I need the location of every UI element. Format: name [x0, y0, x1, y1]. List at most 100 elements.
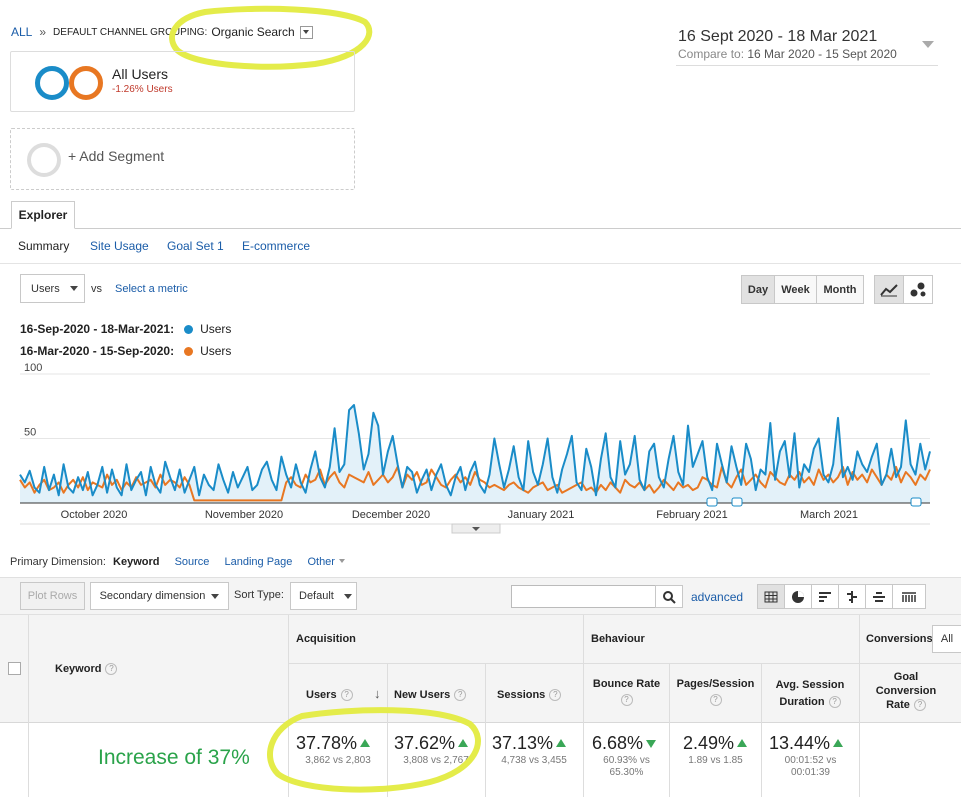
sort-arrow-down-icon: ↓ [374, 686, 381, 701]
subtab-ecommerce[interactable]: E-commerce [242, 239, 310, 253]
segment-circle-orange [69, 66, 103, 100]
subtab-goal-set-1[interactable]: Goal Set 1 [167, 239, 224, 253]
breadcrumb-all-link[interactable]: ALL [11, 25, 32, 39]
add-segment-circle [27, 143, 61, 177]
sessions-change-value: 37.13% [492, 733, 567, 754]
comparison-icon [847, 590, 857, 603]
segment-card[interactable]: All Users -1.26% Users [10, 51, 355, 112]
pages-session-change-value: 2.49% [683, 733, 748, 754]
add-segment-label: + Add Segment [68, 148, 165, 164]
search-icon [663, 590, 676, 604]
subtab-divider [0, 263, 961, 264]
legend-dot-orange [184, 346, 194, 356]
chevron-down-icon [922, 41, 934, 48]
x-tick-label: December 2020 [352, 509, 430, 521]
arrow-up-icon [737, 739, 748, 747]
tab-explorer[interactable]: Explorer [11, 201, 75, 229]
table-search-input[interactable] [511, 585, 657, 608]
legend-dot-blue [184, 324, 194, 334]
arrow-up-icon [833, 739, 844, 747]
x-tick-label: October 2020 [61, 509, 128, 521]
secondary-dimension-select[interactable]: Secondary dimension [90, 582, 229, 610]
avg-duration-change-value: 13.44% [769, 733, 844, 754]
help-icon[interactable]: ? [709, 694, 722, 706]
y-tick-label: 50 [24, 427, 36, 439]
chevron-down-icon [211, 593, 220, 599]
help-icon[interactable]: ? [454, 689, 467, 702]
behaviour-group-header: Behaviour [591, 633, 645, 645]
advanced-filter-link[interactable]: advanced [691, 590, 743, 604]
help-icon[interactable]: ? [828, 696, 841, 709]
week-button[interactable]: Week [774, 275, 817, 304]
arrow-down-icon [646, 740, 657, 748]
help-icon[interactable]: ? [913, 699, 926, 712]
col-divider [859, 615, 860, 797]
subtab-summary[interactable]: Summary [18, 239, 69, 253]
select-all-checkbox[interactable] [8, 662, 21, 675]
users-column-header[interactable]: Users? ↓ [288, 686, 388, 702]
line-chart-toggle[interactable] [874, 275, 904, 304]
goal-conversion-column-header[interactable]: Goal Conversion Rate? [864, 670, 948, 712]
bounce-rate-column-header[interactable]: Bounce Rate? [584, 677, 669, 706]
dimension-keyword[interactable]: Keyword [113, 556, 159, 568]
select-metric-link[interactable]: Select a metric [115, 283, 188, 295]
annotation-marker [910, 497, 922, 507]
arrow-up-icon [556, 739, 567, 747]
users-line-chart[interactable]: 100 50 October 2020 November 2020 December 2… [0, 360, 961, 535]
search-button[interactable] [655, 585, 683, 608]
highlight-ellipse-table [267, 707, 481, 793]
conversions-group-header: Conversions [866, 633, 933, 645]
grid-icon [764, 591, 778, 602]
chevron-down-icon [69, 286, 78, 291]
date-range-compare: Compare to: 16 Mar 2020 - 15 Sept 2020 [678, 47, 897, 61]
annotation-marker [706, 497, 718, 507]
add-segment-card[interactable]: + Add Segment [10, 128, 355, 190]
view-performance[interactable] [811, 584, 839, 609]
bar-chart-icon [819, 591, 831, 602]
pages-session-compare-detail: 1.89 vs 1.85 [688, 755, 743, 766]
help-icon[interactable]: ? [105, 663, 118, 676]
day-button[interactable]: Day [741, 275, 775, 304]
metric-select[interactable]: Users [20, 274, 85, 303]
month-button[interactable]: Month [816, 275, 864, 304]
segment-change: -1.26% Users [112, 84, 173, 95]
dimension-source[interactable]: Source [175, 556, 210, 568]
view-term-cloud[interactable] [865, 584, 893, 609]
sort-type-label: Sort Type: [234, 589, 284, 601]
dimension-landing-page[interactable]: Landing Page [224, 556, 292, 568]
increase-annotation: Increase of 37% [98, 746, 250, 769]
plot-rows-button[interactable]: Plot Rows [20, 582, 85, 610]
bounce-rate-change-value: 6.68% [592, 733, 657, 754]
dimension-other[interactable]: Other [307, 556, 335, 568]
breadcrumb-separator: » [39, 25, 47, 39]
view-pivot[interactable] [892, 584, 926, 609]
sessions-column-header[interactable]: Sessions? [485, 688, 583, 702]
help-icon[interactable]: ? [620, 694, 633, 706]
x-tick-label: November 2020 [205, 509, 283, 521]
pie-chart-icon [792, 590, 804, 603]
sort-type-select[interactable]: Default [290, 582, 357, 610]
new-users-column-header[interactable]: New Users? [387, 688, 485, 702]
motion-chart-toggle[interactable] [903, 275, 933, 304]
conversions-goal-select[interactable]: All [932, 625, 961, 653]
acquisition-group-header: Acquisition [296, 633, 356, 645]
y-tick-label: 100 [24, 362, 42, 374]
chevron-down-icon [338, 559, 345, 563]
date-range-picker[interactable]: 16 Sept 2020 - 18 Mar 2021 Compare to: 1… [676, 26, 938, 66]
term-cloud-icon [873, 591, 885, 602]
date-range-main: 16 Sept 2020 - 18 Mar 2021 [678, 28, 878, 45]
help-icon[interactable]: ? [340, 689, 353, 702]
segment-name: All Users [112, 66, 169, 82]
segment-circle-blue [35, 66, 69, 100]
col-divider [28, 615, 29, 797]
help-icon[interactable]: ? [549, 689, 562, 702]
view-comparison[interactable] [838, 584, 866, 609]
keyword-header[interactable]: Keyword? [55, 662, 118, 676]
chevron-down-icon [343, 593, 352, 599]
view-pie[interactable] [784, 584, 812, 609]
sessions-compare-detail: 4,738 vs 3,455 [501, 755, 567, 766]
view-data-table[interactable] [757, 584, 785, 609]
avg-duration-column-header[interactable]: Avg. Session Duration? [765, 677, 855, 711]
pages-session-column-header[interactable]: Pages/Session? [670, 677, 761, 706]
subtab-site-usage[interactable]: Site Usage [90, 239, 149, 253]
